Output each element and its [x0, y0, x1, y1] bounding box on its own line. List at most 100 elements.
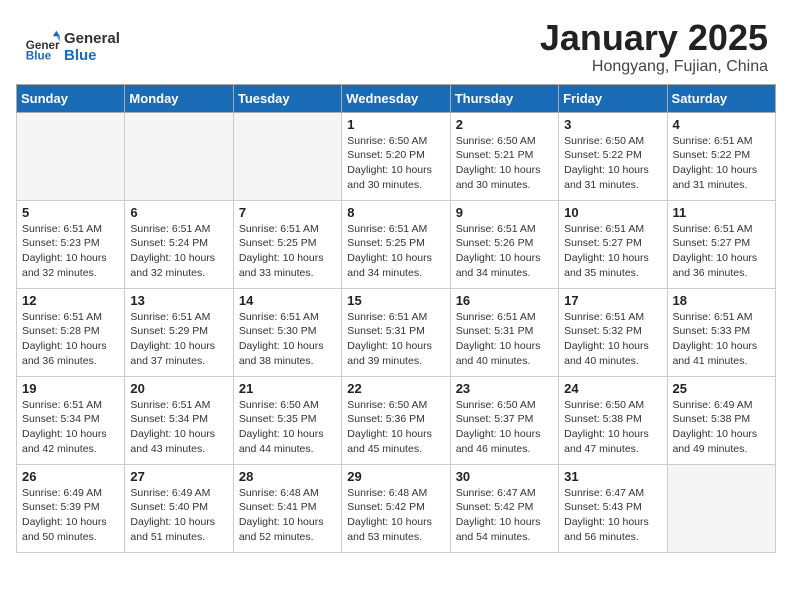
day-number-22: 22: [347, 381, 444, 396]
day-number-5: 5: [22, 205, 119, 220]
weekday-header-friday: Friday: [559, 84, 667, 112]
day-info-22: Sunrise: 6:50 AMSunset: 5:36 PMDaylight:…: [347, 398, 444, 457]
day-cell-7: 7 Sunrise: 6:51 AMSunset: 5:25 PMDaylight…: [233, 200, 341, 288]
day-number-13: 13: [130, 293, 227, 308]
day-number-28: 28: [239, 469, 336, 484]
day-cell-25: 25 Sunrise: 6:49 AMSunset: 5:38 PMDayligh…: [667, 376, 775, 464]
month-title: January 2025: [540, 18, 768, 58]
week-row-5: 26 Sunrise: 6:49 AMSunset: 5:39 PMDayligh…: [17, 464, 776, 552]
weekday-header-wednesday: Wednesday: [342, 84, 450, 112]
day-cell-8: 8 Sunrise: 6:51 AMSunset: 5:25 PMDaylight…: [342, 200, 450, 288]
day-info-1: Sunrise: 6:50 AMSunset: 5:20 PMDaylight:…: [347, 134, 444, 193]
day-info-19: Sunrise: 6:51 AMSunset: 5:34 PMDaylight:…: [22, 398, 119, 457]
day-cell-20: 20 Sunrise: 6:51 AMSunset: 5:34 PMDayligh…: [125, 376, 233, 464]
day-info-2: Sunrise: 6:50 AMSunset: 5:21 PMDaylight:…: [456, 134, 553, 193]
week-row-2: 5 Sunrise: 6:51 AMSunset: 5:23 PMDaylight…: [17, 200, 776, 288]
day-cell-11: 11 Sunrise: 6:51 AMSunset: 5:27 PMDayligh…: [667, 200, 775, 288]
day-info-23: Sunrise: 6:50 AMSunset: 5:37 PMDaylight:…: [456, 398, 553, 457]
day-number-19: 19: [22, 381, 119, 396]
day-cell-3: 3 Sunrise: 6:50 AMSunset: 5:22 PMDaylight…: [559, 112, 667, 200]
day-cell-2: 2Sunrise: 6:50 AMSunset: 5:21 PMDaylight…: [450, 112, 558, 200]
day-number-25: 25: [673, 381, 770, 396]
day-cell-19: 19 Sunrise: 6:51 AMSunset: 5:34 PMDayligh…: [17, 376, 125, 464]
day-info-13: Sunrise: 6:51 AMSunset: 5:29 PMDaylight:…: [130, 310, 227, 369]
title-block: January 2025 Hongyang, Fujian, China: [540, 18, 768, 76]
calendar-body: 1 Sunrise: 6:50 AMSunset: 5:20 PMDaylight…: [17, 112, 776, 552]
day-info-6: Sunrise: 6:51 AMSunset: 5:24 PMDaylight:…: [130, 222, 227, 281]
day-number-31: 31: [564, 469, 661, 484]
weekday-header-tuesday: Tuesday: [233, 84, 341, 112]
day-number-24: 24: [564, 381, 661, 396]
day-number-1: 1: [347, 117, 444, 132]
day-number-11: 11: [673, 205, 770, 220]
day-cell-9: 9 Sunrise: 6:51 AMSunset: 5:26 PMDaylight…: [450, 200, 558, 288]
day-cell-22: 22 Sunrise: 6:50 AMSunset: 5:36 PMDayligh…: [342, 376, 450, 464]
day-info-16: Sunrise: 6:51 AMSunset: 5:31 PMDaylight:…: [456, 310, 553, 369]
day-info-8: Sunrise: 6:51 AMSunset: 5:25 PMDaylight:…: [347, 222, 444, 281]
day-info-26: Sunrise: 6:49 AMSunset: 5:39 PMDaylight:…: [22, 486, 119, 545]
day-cell-empty: [125, 112, 233, 200]
weekday-header-thursday: Thursday: [450, 84, 558, 112]
calendar-header: SundayMondayTuesdayWednesdayThursdayFrid…: [17, 84, 776, 112]
day-info-10: Sunrise: 6:51 AMSunset: 5:27 PMDaylight:…: [564, 222, 661, 281]
day-number-16: 16: [456, 293, 553, 308]
day-number-21: 21: [239, 381, 336, 396]
day-number-7: 7: [239, 205, 336, 220]
day-number-20: 20: [130, 381, 227, 396]
day-number-14: 14: [239, 293, 336, 308]
day-info-9: Sunrise: 6:51 AMSunset: 5:26 PMDaylight:…: [456, 222, 553, 281]
day-cell-21: 21Sunrise: 6:50 AMSunset: 5:35 PMDayligh…: [233, 376, 341, 464]
day-info-7: Sunrise: 6:51 AMSunset: 5:25 PMDaylight:…: [239, 222, 336, 281]
logo-line2: Blue: [64, 47, 120, 64]
weekday-header-saturday: Saturday: [667, 84, 775, 112]
day-number-3: 3: [564, 117, 661, 132]
day-info-20: Sunrise: 6:51 AMSunset: 5:34 PMDaylight:…: [130, 398, 227, 457]
weekday-header-row: SundayMondayTuesdayWednesdayThursdayFrid…: [17, 84, 776, 112]
logo: General Blue General Blue: [24, 29, 120, 65]
day-cell-18: 18 Sunrise: 6:51 AMSunset: 5:33 PMDayligh…: [667, 288, 775, 376]
day-info-30: Sunrise: 6:47 AMSunset: 5:42 PMDaylight:…: [456, 486, 553, 545]
week-row-4: 19 Sunrise: 6:51 AMSunset: 5:34 PMDayligh…: [17, 376, 776, 464]
day-number-23: 23: [456, 381, 553, 396]
svg-text:Blue: Blue: [26, 49, 52, 62]
day-info-17: Sunrise: 6:51 AMSunset: 5:32 PMDaylight:…: [564, 310, 661, 369]
weekday-header-sunday: Sunday: [17, 84, 125, 112]
day-cell-12: 12 Sunrise: 6:51 AMSunset: 5:28 PMDayligh…: [17, 288, 125, 376]
logo-icon: General Blue: [24, 29, 60, 65]
day-info-3: Sunrise: 6:50 AMSunset: 5:22 PMDaylight:…: [564, 134, 661, 193]
logo-line1: General: [64, 30, 120, 47]
day-number-17: 17: [564, 293, 661, 308]
day-info-18: Sunrise: 6:51 AMSunset: 5:33 PMDaylight:…: [673, 310, 770, 369]
week-row-1: 1 Sunrise: 6:50 AMSunset: 5:20 PMDaylight…: [17, 112, 776, 200]
day-cell-24: 24Sunrise: 6:50 AMSunset: 5:38 PMDayligh…: [559, 376, 667, 464]
page-header: General Blue General Blue January 2025 H…: [0, 0, 792, 84]
day-number-8: 8: [347, 205, 444, 220]
day-info-12: Sunrise: 6:51 AMSunset: 5:28 PMDaylight:…: [22, 310, 119, 369]
day-number-12: 12: [22, 293, 119, 308]
day-cell-15: 15Sunrise: 6:51 AMSunset: 5:31 PMDayligh…: [342, 288, 450, 376]
day-info-14: Sunrise: 6:51 AMSunset: 5:30 PMDaylight:…: [239, 310, 336, 369]
day-cell-empty: [667, 464, 775, 552]
day-cell-23: 23 Sunrise: 6:50 AMSunset: 5:37 PMDayligh…: [450, 376, 558, 464]
day-cell-empty: [17, 112, 125, 200]
day-number-15: 15: [347, 293, 444, 308]
day-cell-empty: [233, 112, 341, 200]
day-number-9: 9: [456, 205, 553, 220]
day-number-10: 10: [564, 205, 661, 220]
day-info-5: Sunrise: 6:51 AMSunset: 5:23 PMDaylight:…: [22, 222, 119, 281]
day-info-25: Sunrise: 6:49 AMSunset: 5:38 PMDaylight:…: [673, 398, 770, 457]
day-number-18: 18: [673, 293, 770, 308]
day-number-30: 30: [456, 469, 553, 484]
calendar-table: SundayMondayTuesdayWednesdayThursdayFrid…: [16, 84, 776, 553]
day-info-28: Sunrise: 6:48 AMSunset: 5:41 PMDaylight:…: [239, 486, 336, 545]
week-row-3: 12 Sunrise: 6:51 AMSunset: 5:28 PMDayligh…: [17, 288, 776, 376]
day-number-26: 26: [22, 469, 119, 484]
day-number-6: 6: [130, 205, 227, 220]
day-cell-31: 31 Sunrise: 6:47 AMSunset: 5:43 PMDayligh…: [559, 464, 667, 552]
day-cell-6: 6 Sunrise: 6:51 AMSunset: 5:24 PMDaylight…: [125, 200, 233, 288]
day-info-31: Sunrise: 6:47 AMSunset: 5:43 PMDaylight:…: [564, 486, 661, 545]
day-number-4: 4: [673, 117, 770, 132]
day-number-29: 29: [347, 469, 444, 484]
day-info-11: Sunrise: 6:51 AMSunset: 5:27 PMDaylight:…: [673, 222, 770, 281]
day-cell-27: 27Sunrise: 6:49 AMSunset: 5:40 PMDayligh…: [125, 464, 233, 552]
